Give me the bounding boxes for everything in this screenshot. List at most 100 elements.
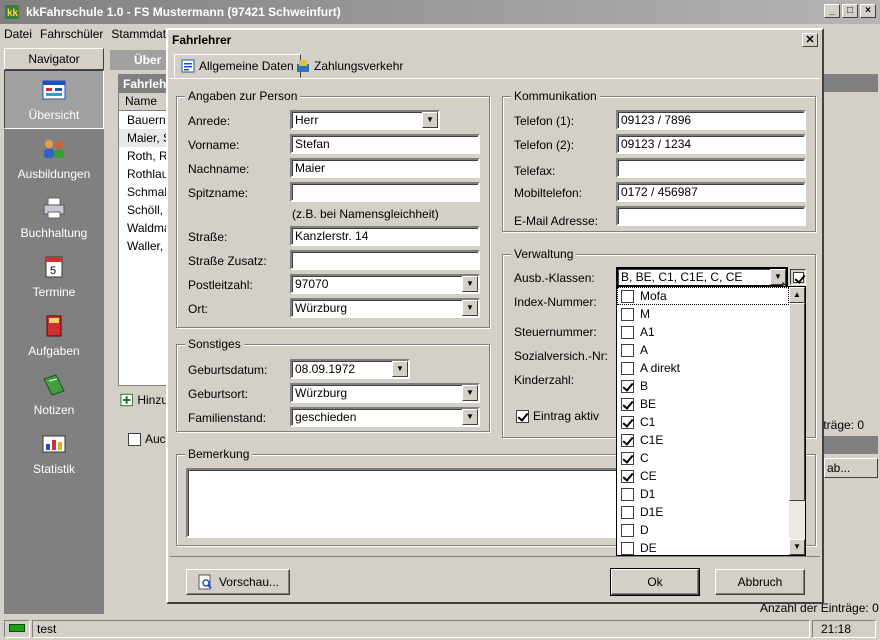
tab-zahlungsverkehr[interactable]: Zahlungsverkehr: [290, 54, 409, 78]
scroll-down-icon[interactable]: ▼: [789, 539, 805, 555]
nav-item-uebersicht[interactable]: Übersicht: [4, 70, 104, 129]
list-item[interactable]: C1E: [617, 431, 789, 449]
zusatz-field[interactable]: [290, 250, 480, 270]
gray-band-bottom: [824, 436, 878, 454]
ort-combo[interactable]: Würzburg ▼: [290, 298, 480, 318]
list-item[interactable]: D: [617, 521, 789, 539]
tab-divider: [170, 78, 820, 79]
anrede-combo[interactable]: Herr ▼: [290, 110, 440, 130]
list-item[interactable]: Schmalk: [119, 183, 167, 201]
list-item[interactable]: Bauernfe: [119, 111, 167, 129]
minimize-button[interactable]: _: [824, 4, 840, 18]
ab-button[interactable]: ab...: [824, 458, 878, 478]
app-title: kkFahrschule 1.0 - FS Mustermann (97421 …: [26, 5, 341, 19]
nav-item-ausbildungen[interactable]: Ausbildungen: [4, 129, 104, 188]
vorname-label: Vorname:: [188, 138, 240, 152]
nav-label: Buchhaltung: [20, 225, 88, 240]
option-label: BE: [640, 397, 657, 411]
background-inner-title: Über: [110, 50, 170, 70]
list-item[interactable]: Roth, Re: [119, 147, 167, 165]
menu-fahrschueler[interactable]: Fahrschüler: [40, 27, 103, 41]
familienstand-value: geschieden: [295, 410, 357, 424]
chevron-down-icon[interactable]: ▼: [462, 385, 478, 401]
list-item[interactable]: Rothlauf: [119, 165, 167, 183]
chevron-down-icon[interactable]: ▼: [392, 361, 408, 377]
option-label: A direkt: [640, 361, 681, 375]
geburtsdatum-picker[interactable]: 08.09.1972 ▼: [290, 359, 410, 379]
add-button[interactable]: Hinzu: [120, 390, 168, 410]
email-field[interactable]: [616, 206, 806, 226]
close-window-button[interactable]: ×: [860, 4, 876, 18]
nachname-field[interactable]: Maier: [290, 158, 480, 178]
list-item[interactable]: C1: [617, 413, 789, 431]
familienstand-combo[interactable]: geschieden ▼: [290, 407, 480, 427]
tab-allgemeine-daten[interactable]: Allgemeine Daten: [174, 54, 301, 78]
option-label: A1: [640, 325, 655, 339]
chevron-down-icon[interactable]: ▼: [462, 276, 478, 292]
strasse-label: Straße:: [188, 230, 228, 244]
telefon1-field[interactable]: 09123 / 7896: [616, 110, 806, 130]
nav-item-termine[interactable]: 5 Termine: [4, 247, 104, 306]
checkbox-icon: [621, 541, 634, 555]
geburtsort-combo[interactable]: Würzburg ▼: [290, 383, 480, 403]
nav-item-notizen[interactable]: Notizen: [4, 365, 104, 424]
preview-label: Vorschau...: [218, 575, 280, 589]
mobil-field[interactable]: 0172 / 456987: [616, 182, 806, 202]
checkbox-icon: [621, 505, 634, 519]
app-logo-icon: kk: [5, 5, 19, 19]
list-item[interactable]: Maier, S: [119, 129, 167, 147]
nachname-label: Nachname:: [188, 162, 250, 176]
list-item[interactable]: Mofa: [617, 287, 789, 305]
list-item[interactable]: A: [617, 341, 789, 359]
list-item[interactable]: C: [617, 449, 789, 467]
nav-item-statistik[interactable]: Statistik: [4, 424, 104, 483]
plz-combo[interactable]: 97070 ▼: [290, 274, 480, 294]
printer-icon: [43, 197, 65, 218]
mobil-label: Mobiltelefon:: [514, 186, 583, 200]
eintrag-aktiv-checkbox[interactable]: Eintrag aktiv: [516, 409, 599, 423]
list-item[interactable]: D1: [617, 485, 789, 503]
chevron-down-icon[interactable]: ▼: [462, 300, 478, 316]
scroll-up-icon[interactable]: ▲: [789, 287, 805, 303]
column-header-name[interactable]: Name: [119, 93, 167, 111]
list-item[interactable]: M: [617, 305, 789, 323]
list-item[interactable]: D1E: [617, 503, 789, 521]
list-item[interactable]: Waldma: [119, 219, 167, 237]
close-icon[interactable]: ✕: [802, 33, 818, 47]
list-item[interactable]: B: [617, 377, 789, 395]
tab-label: Allgemeine Daten: [199, 59, 294, 73]
list-item[interactable]: BE: [617, 395, 789, 413]
menu-datei[interactable]: Datei: [4, 27, 32, 41]
spitzname-field[interactable]: [290, 182, 480, 202]
nav-item-aufgaben[interactable]: Aufgaben: [4, 306, 104, 365]
divider: [170, 556, 820, 557]
nav-label: Termine: [32, 284, 76, 299]
maximize-button[interactable]: □: [842, 4, 858, 18]
geburtsort-label: Geburtsort:: [188, 387, 249, 401]
scroll-thumb[interactable]: [789, 303, 805, 501]
list-item[interactable]: A1: [617, 323, 789, 341]
list-item[interactable]: A direkt: [617, 359, 789, 377]
option-label: A: [640, 343, 649, 357]
ok-button[interactable]: Ok: [610, 568, 700, 596]
dropdown-scrollbar[interactable]: ▲ ▼: [789, 287, 805, 555]
klassen-combo[interactable]: B, BE, C1, C1E, C, CE ▼: [616, 267, 788, 287]
list-item[interactable]: DE: [617, 539, 789, 555]
list-item[interactable]: Schöll, T: [119, 201, 167, 219]
chart-icon: [42, 435, 66, 452]
telefon2-field[interactable]: 09123 / 1234: [616, 134, 806, 154]
chevron-down-icon[interactable]: ▼: [422, 112, 438, 128]
checkbox-icon: [621, 487, 634, 501]
strasse-field[interactable]: Kanzlerstr. 14: [290, 226, 480, 246]
vorname-field[interactable]: Stefan: [290, 134, 480, 154]
ort-value: Würzburg: [295, 301, 348, 315]
nav-item-buchhaltung[interactable]: Buchhaltung: [4, 188, 104, 247]
cancel-button[interactable]: Abbruch: [715, 569, 805, 595]
preview-button[interactable]: Vorschau...: [186, 569, 290, 595]
list-item[interactable]: Waller, A: [119, 237, 167, 255]
chevron-down-icon[interactable]: ▼: [462, 409, 478, 425]
checkbox-icon: [621, 289, 634, 303]
telefax-field[interactable]: [616, 158, 806, 178]
list-item[interactable]: CE: [617, 467, 789, 485]
preview-icon: [198, 574, 212, 590]
